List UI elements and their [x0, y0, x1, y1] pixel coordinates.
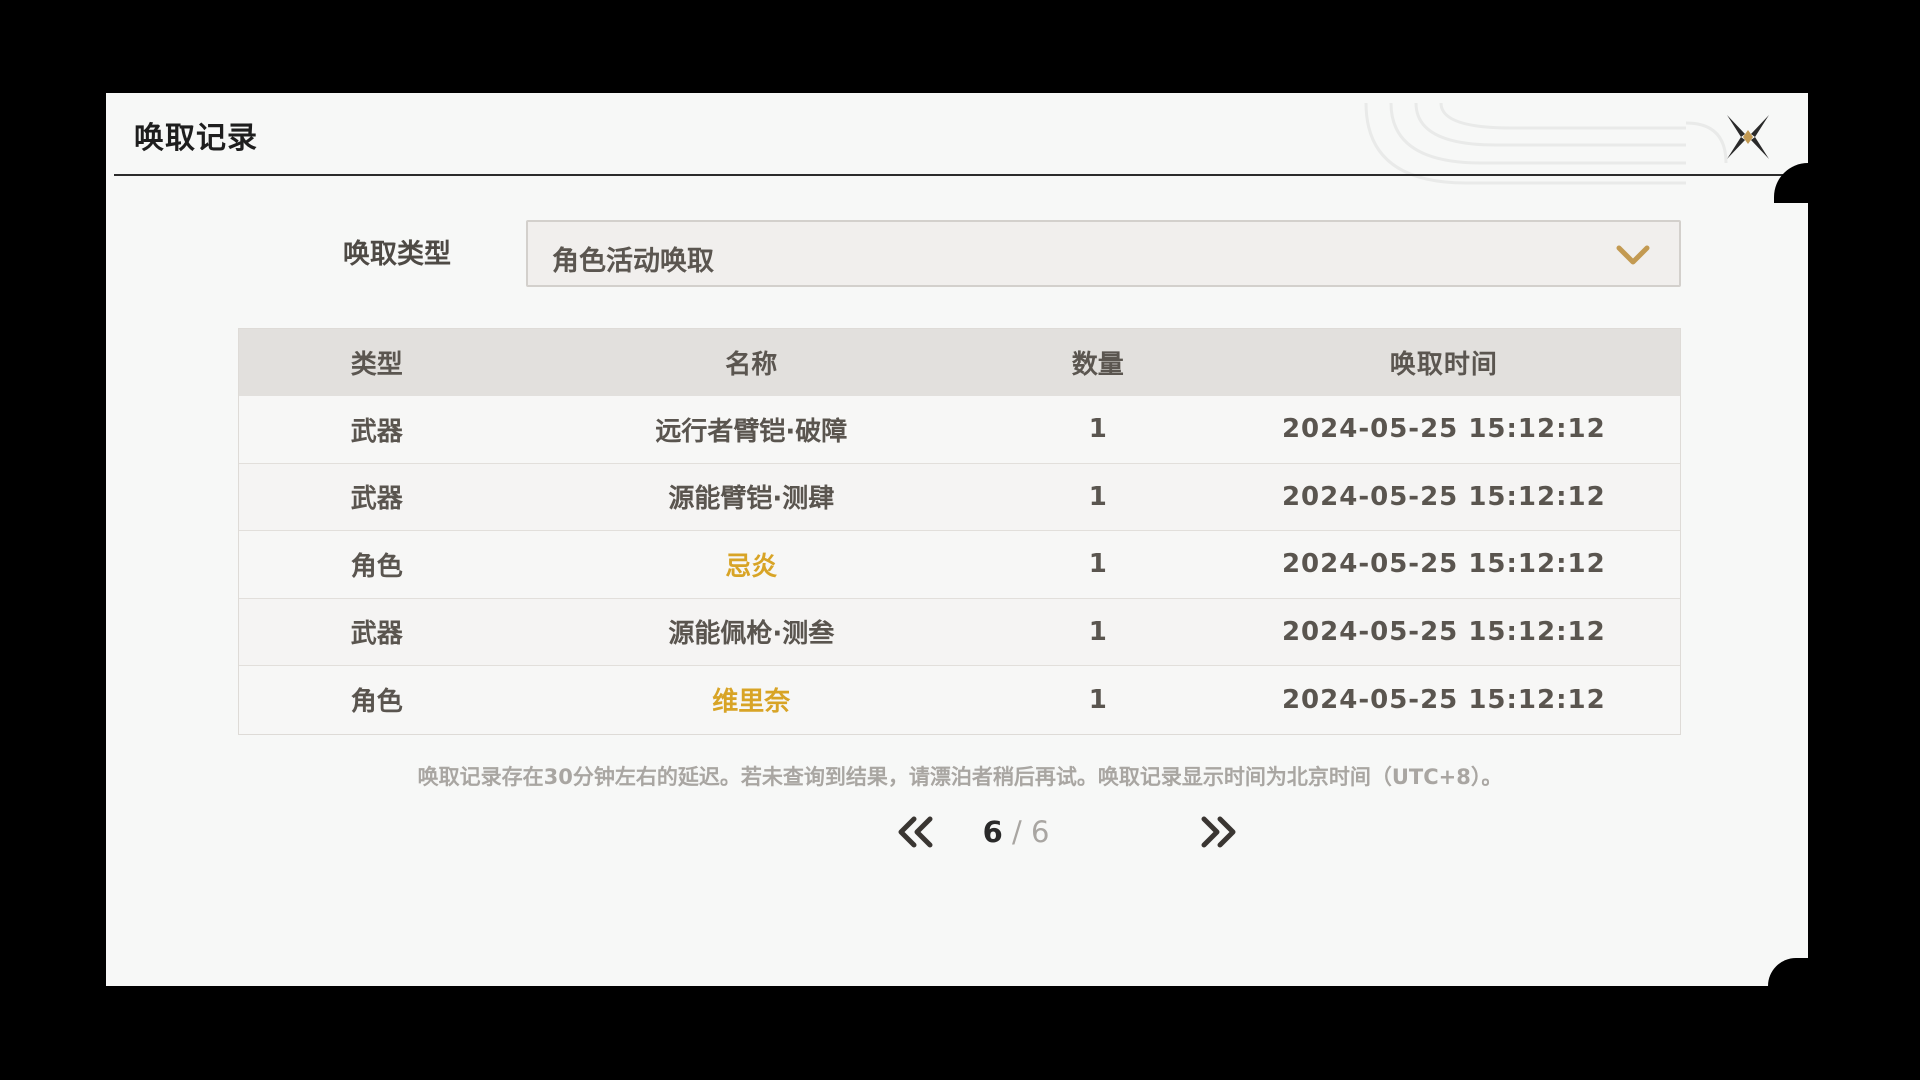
chevron-down-icon	[1616, 245, 1650, 265]
close-button[interactable]	[1718, 107, 1778, 167]
double-chevron-right-icon	[1201, 816, 1236, 848]
dialog-right-edge	[1808, 93, 1814, 986]
header-pull-time: 唤取时间	[1389, 350, 1498, 380]
table-row: 武器 源能佩枪·测叁 1 2024-05-25 15:12:12	[239, 598, 1680, 666]
pull-type-selected: 角色活动唤取	[552, 246, 714, 277]
cell-type: 武器	[350, 619, 403, 650]
table-row: 武器 远行者臂铠·破障 1 2024-05-25 15:12:12	[239, 396, 1680, 464]
pull-type-label: 唤取类型	[343, 239, 451, 270]
page-separator: /	[1011, 815, 1022, 849]
cell-name: 源能臂铠·测肆	[668, 484, 835, 515]
delay-notice: 唤取记录存在30分钟左右的延迟。若未查询到结果，请漂泊者稍后再试。唤取记录显示时…	[417, 765, 1503, 789]
cell-name: 远行者臂铠·破障	[655, 416, 848, 447]
next-page-button[interactable]	[1196, 813, 1240, 851]
cell-quantity: 1	[1088, 684, 1107, 715]
cell-time: 2024-05-25 15:12:12	[1281, 616, 1606, 647]
cell-time: 2024-05-25 15:12:12	[1281, 481, 1606, 512]
header-type: 类型	[350, 350, 403, 380]
table-row: 武器 源能臂铠·测肆 1 2024-05-25 15:12:12	[239, 463, 1680, 531]
title-divider	[114, 174, 1814, 176]
header-name: 名称	[725, 350, 778, 380]
total-pages: 6	[1030, 815, 1050, 849]
cell-name: 忌炎	[725, 551, 778, 582]
screen: 唤取记录 唤取类型 角色活动唤取 类型 名称 数量 唤取时间 武器 远行者臂铠·…	[0, 0, 1920, 1080]
table-header-row: 类型 名称 数量 唤取时间	[239, 329, 1680, 396]
table-row: 角色 维里奈 1 2024-05-25 15:12:12	[239, 666, 1680, 734]
cell-type: 武器	[350, 484, 403, 515]
dialog-bottom-corner	[1768, 958, 1808, 986]
pull-history-dialog: 唤取记录 唤取类型 角色活动唤取 类型 名称 数量 唤取时间 武器 远行者臂铠·…	[106, 93, 1814, 986]
table-row: 角色 忌炎 1 2024-05-25 15:12:12	[239, 531, 1680, 599]
cell-quantity: 1	[1088, 414, 1107, 445]
cell-time: 2024-05-25 15:12:12	[1281, 414, 1606, 445]
dialog-corner-cap	[1774, 93, 1808, 167]
dialog-title: 唤取记录	[134, 121, 258, 156]
cell-quantity: 1	[1088, 549, 1107, 580]
pull-type-dropdown[interactable]: 角色活动唤取	[526, 220, 1681, 287]
current-page: 6	[982, 815, 1003, 849]
close-x-icon	[1727, 115, 1769, 159]
cell-type: 角色	[350, 551, 403, 582]
cell-name: 源能佩枪·测叁	[668, 619, 835, 650]
header-quantity: 数量	[1071, 350, 1124, 380]
pagination: 6 / 6	[786, 809, 1246, 855]
cell-quantity: 1	[1088, 616, 1107, 647]
dialog-corner-notch	[1774, 163, 1808, 203]
cell-type: 角色	[350, 687, 403, 718]
cell-name: 维里奈	[712, 687, 791, 718]
cell-time: 2024-05-25 15:12:12	[1281, 684, 1606, 715]
cell-type: 武器	[350, 416, 403, 447]
pull-history-table: 类型 名称 数量 唤取时间 武器 远行者臂铠·破障 1 2024-05-25 1…	[238, 328, 1681, 735]
cell-time: 2024-05-25 15:12:12	[1281, 549, 1606, 580]
cell-quantity: 1	[1088, 481, 1107, 512]
